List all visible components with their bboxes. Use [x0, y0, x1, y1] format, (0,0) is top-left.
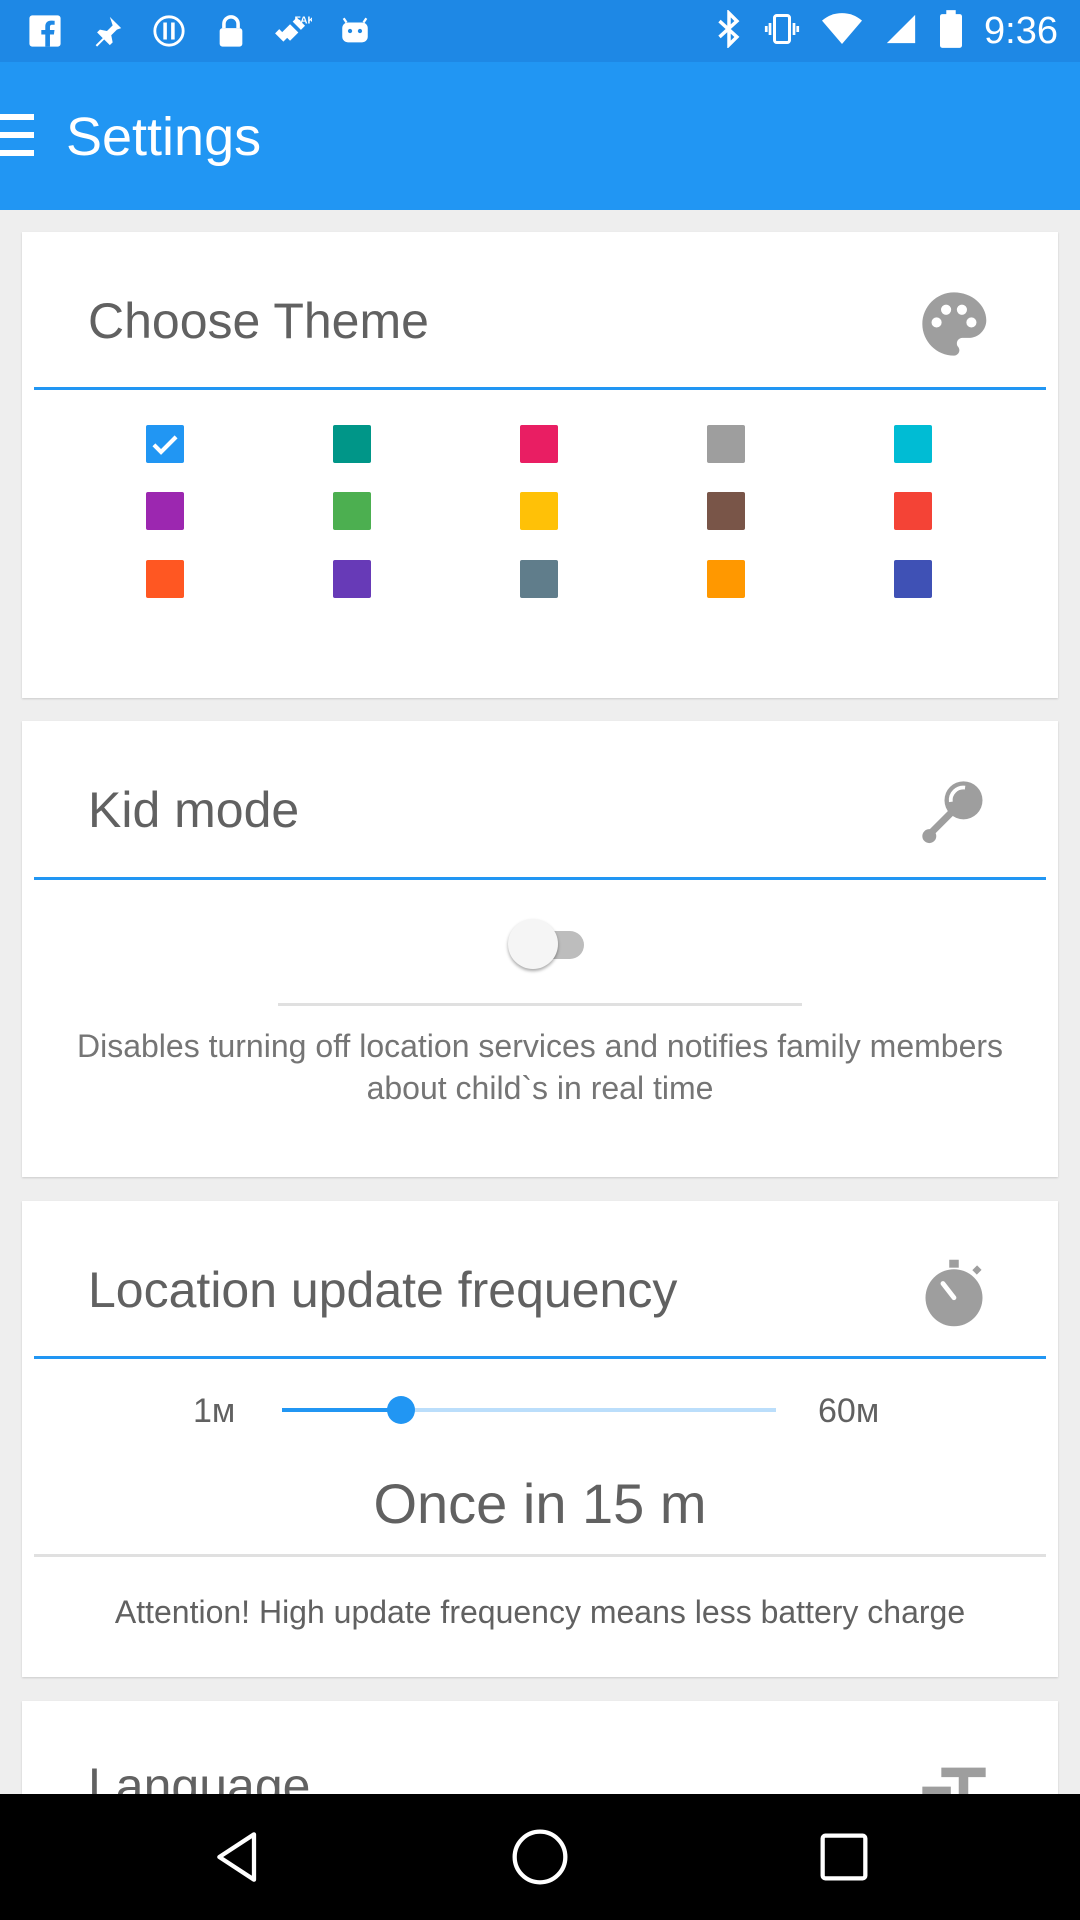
theme-swatch-selected[interactable] [146, 425, 184, 463]
slider-fill [282, 1408, 401, 1412]
theme-card-divider [34, 387, 1046, 390]
location-frequency-card: Location update frequency 1м 60м Once in… [22, 1201, 1058, 1677]
theme-swatch[interactable] [894, 492, 932, 530]
text-size-icon [916, 1755, 992, 1794]
fake-gps-icon: FAKE [274, 12, 312, 50]
status-time: 9:36 [984, 10, 1058, 52]
menu-icon[interactable] [0, 114, 36, 158]
palette-icon [916, 286, 992, 362]
home-icon[interactable] [508, 1825, 572, 1889]
frequency-separator [34, 1554, 1046, 1557]
android-icon [336, 12, 374, 50]
theme-swatch[interactable] [707, 492, 745, 530]
language-card[interactable]: Language [22, 1701, 1058, 1794]
frequency-value: Once in 15 m [373, 1472, 707, 1535]
language-title: Language [88, 1758, 311, 1794]
battery-attention-text: Attention! High update frequency means l… [114, 1594, 966, 1630]
theme-swatch[interactable] [520, 492, 558, 530]
kid-mode-title: Kid mode [88, 782, 300, 838]
kid-mode-separator [278, 1003, 802, 1006]
slider-max-label: 60м [818, 1392, 880, 1430]
theme-card: Choose Theme [22, 232, 1058, 698]
check-icon [152, 435, 178, 455]
kid-mode-card: Kid mode Disables turning off location s… [22, 721, 1058, 1177]
kid-mode-toggle[interactable] [508, 916, 598, 972]
kid-mode-description: Disables turning off location services a… [76, 1028, 1004, 1106]
theme-swatch[interactable] [894, 425, 932, 463]
navigation-bar [0, 1794, 1080, 1920]
slider-min-label: 1м [193, 1392, 236, 1430]
theme-swatch[interactable] [520, 560, 558, 598]
frequency-slider[interactable] [282, 1396, 776, 1424]
vibrate-icon [764, 11, 800, 52]
recents-icon[interactable] [812, 1825, 876, 1889]
battery-icon [940, 10, 963, 53]
bluetooth-icon [716, 8, 742, 53]
theme-swatch[interactable] [333, 425, 371, 463]
rattle-icon [916, 775, 992, 851]
theme-swatch[interactable] [146, 492, 184, 530]
theme-card-title: Choose Theme [88, 293, 429, 349]
facebook-icon [26, 12, 64, 50]
app-bar: Settings [0, 62, 1080, 210]
back-icon[interactable] [206, 1825, 270, 1889]
slider-thumb[interactable] [386, 1396, 415, 1424]
theme-swatch[interactable] [520, 425, 558, 463]
speed-icon [150, 12, 188, 50]
stopwatch-icon [916, 1255, 992, 1331]
status-bar: FAKE 9:36 [0, 0, 1080, 62]
theme-swatch[interactable] [146, 560, 184, 598]
page-title: Settings [66, 107, 262, 167]
theme-swatch[interactable] [894, 560, 932, 598]
theme-swatch[interactable] [707, 425, 745, 463]
theme-swatch[interactable] [707, 560, 745, 598]
toggle-thumb [508, 919, 558, 969]
svg-text:FAKE: FAKE [294, 16, 312, 27]
theme-swatch[interactable] [333, 560, 371, 598]
pin-icon [88, 12, 126, 50]
wifi-icon [822, 12, 863, 51]
lock-icon [212, 12, 250, 50]
theme-swatch[interactable] [333, 492, 371, 530]
location-frequency-divider [34, 1356, 1046, 1359]
location-frequency-title: Location update frequency [88, 1262, 678, 1318]
kid-mode-divider [34, 877, 1046, 880]
signal-icon [884, 12, 918, 51]
